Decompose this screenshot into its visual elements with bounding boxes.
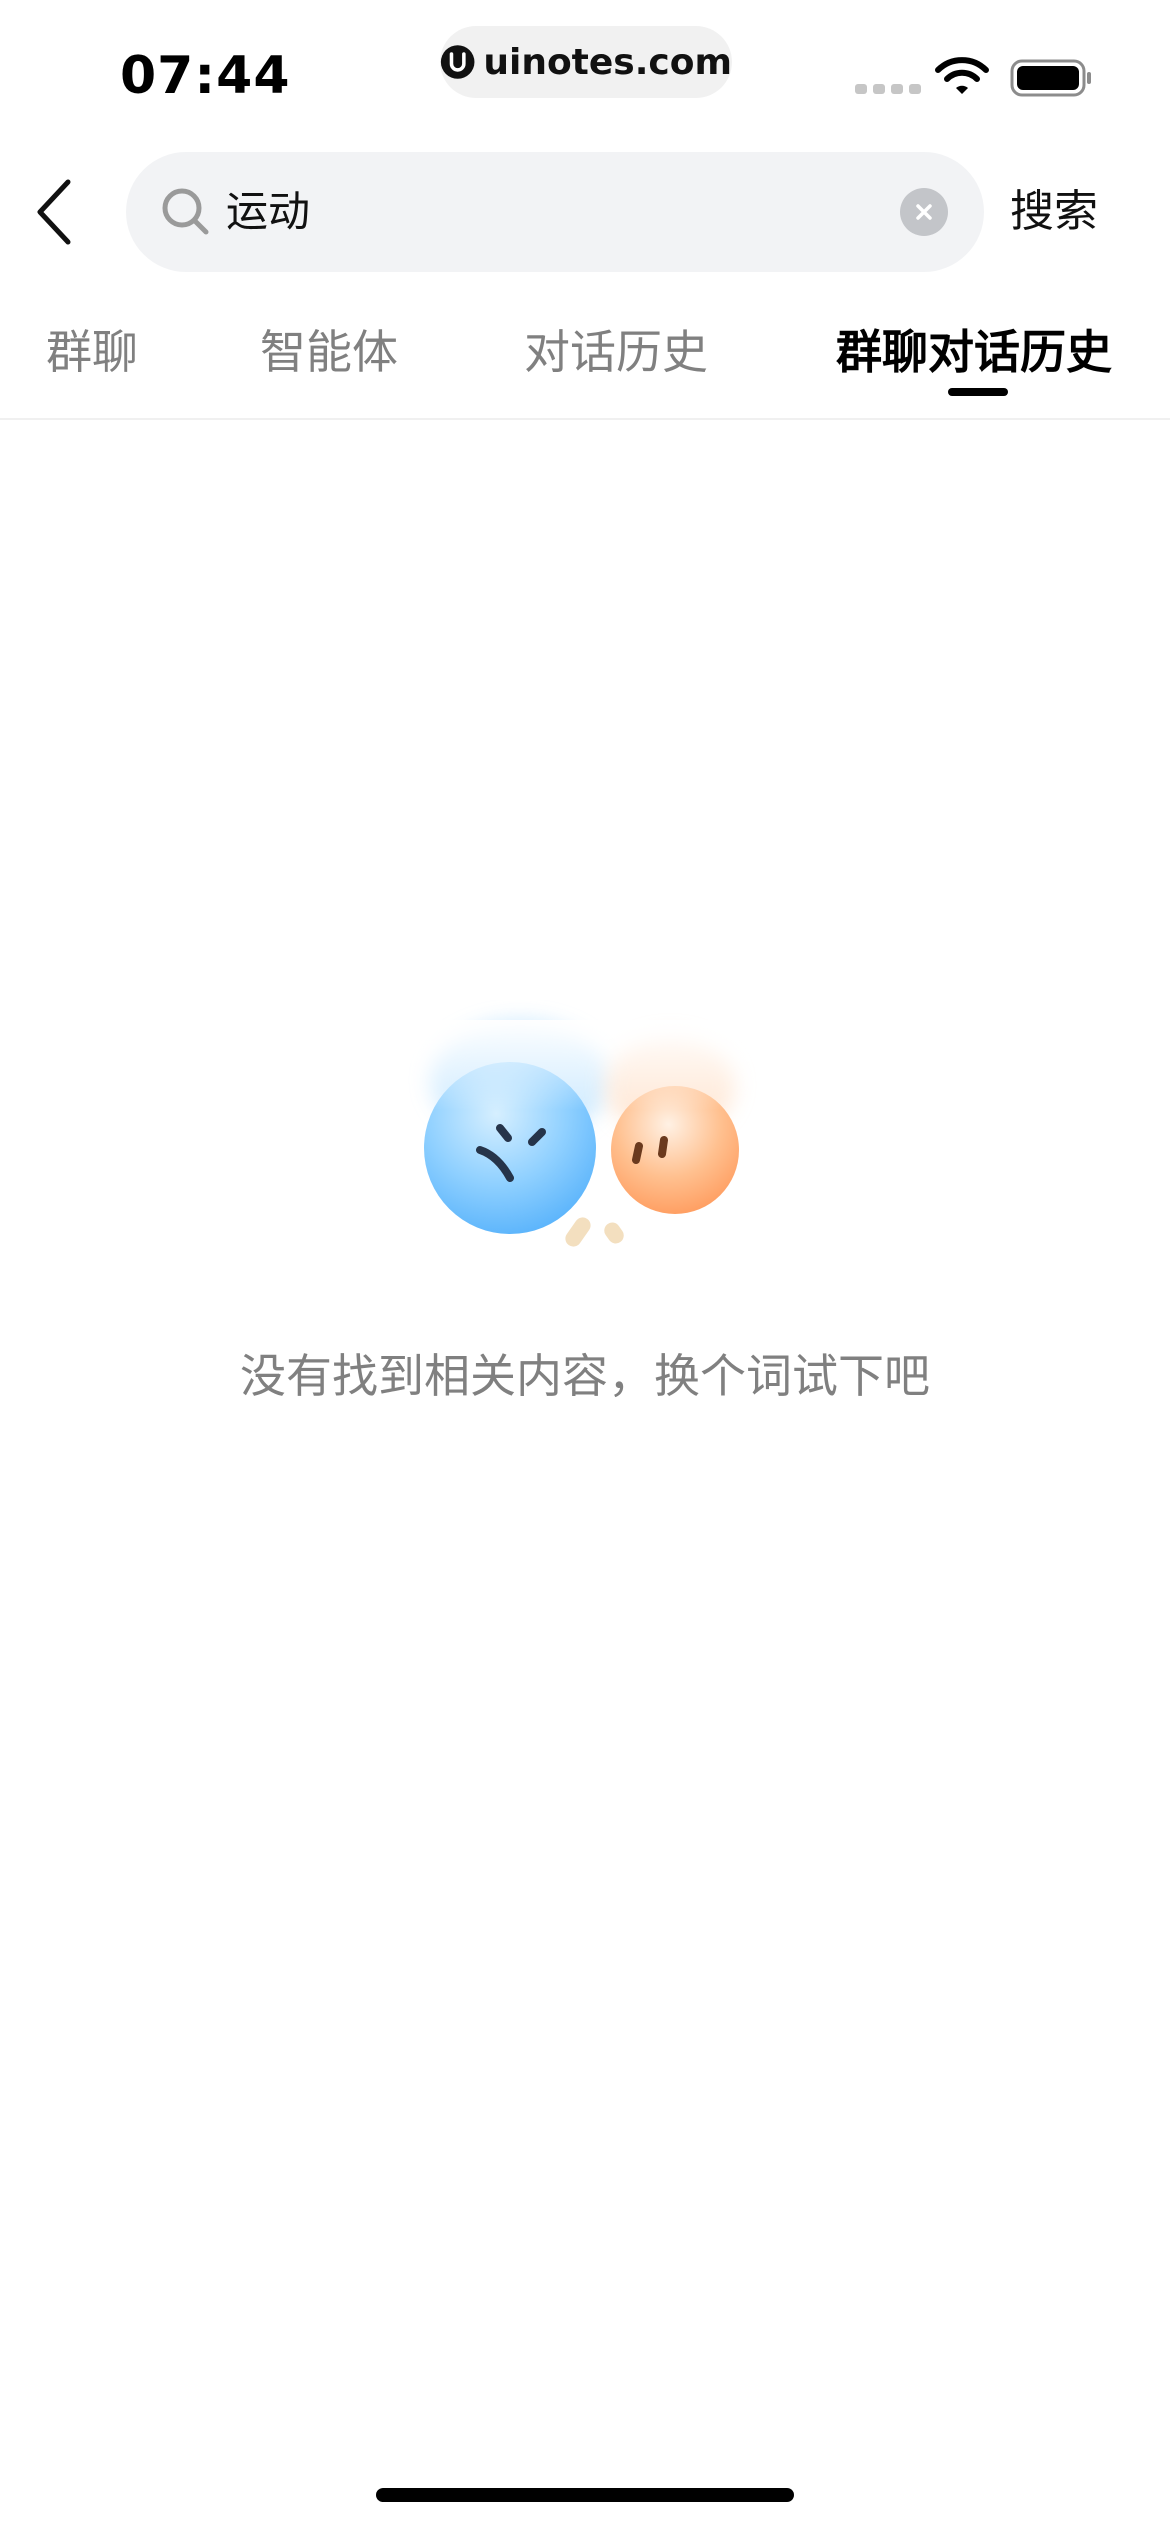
uinotes-logo-icon (440, 45, 475, 79)
search-icon (162, 188, 209, 235)
tab-group-chats[interactable]: 群聊 (46, 320, 138, 384)
status-bar: 07:44 uinotes.com (0, 0, 1170, 140)
active-tab-indicator (948, 388, 1008, 396)
sad-faces-illustration (400, 1020, 760, 1247)
search-results-page: 07:44 uinotes.com 运动 搜索 群聊 智能体 对话历史 群聊对话… (0, 0, 1170, 2532)
search-box[interactable] (126, 152, 984, 272)
empty-state-message: 没有找到相关内容，换个词试下吧 (240, 1349, 930, 1403)
result-tabs: 群聊 智能体 对话历史 群聊对话历史 (0, 300, 1170, 420)
status-time: 07:44 (120, 46, 291, 106)
battery-icon (1010, 59, 1091, 97)
back-button[interactable] (26, 172, 82, 252)
tab-agents[interactable]: 智能体 (260, 320, 398, 384)
chevron-left-icon (37, 179, 71, 245)
signal-icon (855, 84, 921, 94)
home-indicator[interactable] (376, 2488, 794, 2502)
tab-chat-history[interactable]: 对话历史 (524, 320, 708, 384)
wifi-icon (935, 57, 989, 94)
search-submit-button[interactable]: 搜索 (1010, 180, 1098, 244)
search-input[interactable] (226, 172, 866, 252)
tab-group-chat-history[interactable]: 群聊对话历史 (836, 320, 1112, 384)
clear-icon (916, 204, 932, 220)
url-pill[interactable]: uinotes.com (440, 26, 732, 98)
clear-button[interactable] (900, 188, 948, 236)
url-text: uinotes.com (483, 41, 732, 83)
